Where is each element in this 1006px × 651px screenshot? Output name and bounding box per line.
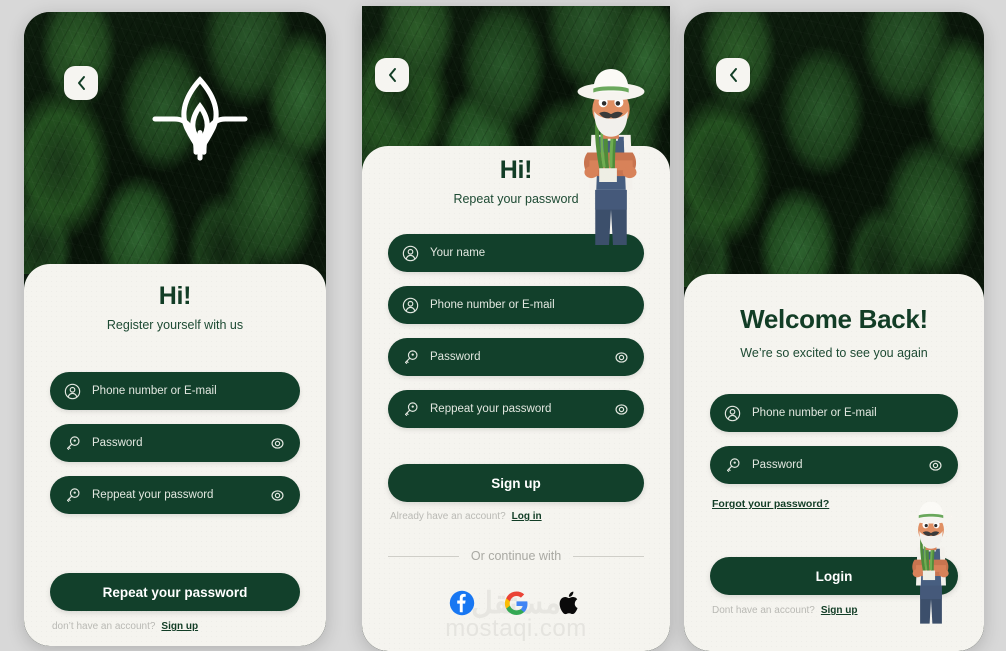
input-repeat-password-placeholder: Reppeat your password (92, 489, 214, 501)
signup-link[interactable]: Sign up (821, 605, 858, 616)
input-identifier[interactable]: Phone number or E-mail (710, 394, 958, 432)
user-circle-icon (724, 405, 741, 422)
key-icon (64, 487, 81, 504)
login-card: Welcome Back! We’re so excited to see yo… (684, 274, 984, 651)
chevron-left-icon (388, 68, 396, 82)
page-title: Hi! (499, 156, 533, 184)
leaf-hero-background (684, 12, 984, 287)
input-password[interactable]: Password (710, 446, 958, 484)
input-identifier[interactable]: Phone number or E-mail (50, 372, 300, 410)
page-title: Hi! (158, 282, 192, 310)
divider-line-right (573, 555, 645, 557)
phone-screen-login: Welcome Back! We’re so excited to see yo… (684, 12, 984, 651)
page-subtitle: Repeat your password (453, 192, 579, 206)
signup-card: Hi! Repeat your password Your name Phone… (362, 146, 670, 651)
chevron-left-icon (77, 76, 85, 90)
input-password-placeholder: Password (92, 437, 143, 449)
apple-login-button[interactable] (557, 590, 583, 616)
signup-link[interactable]: Sign up (161, 621, 198, 632)
back-button[interactable] (375, 58, 409, 92)
social-login-row (388, 590, 644, 616)
input-repeat-password-placeholder: Reppeat your password (430, 403, 552, 415)
eye-visibility-icon[interactable] (269, 487, 286, 504)
divider-label: Or continue with (470, 549, 562, 563)
input-identifier-placeholder: Phone number or E-mail (752, 407, 877, 419)
forgot-password-link[interactable]: Forgot your password? (712, 498, 829, 510)
watermark-latin: mostaqi.com (445, 615, 587, 642)
input-password-placeholder: Password (430, 351, 481, 363)
facebook-icon (449, 590, 475, 616)
google-icon (504, 591, 527, 615)
page-title: Welcome Back! (740, 304, 928, 334)
phone-screen-signup: Hi! Repeat your password Your name Phone… (362, 6, 670, 651)
input-repeat-password[interactable]: Reppeat your password (50, 476, 300, 514)
facebook-login-button[interactable] (449, 590, 475, 616)
user-circle-icon (64, 383, 81, 400)
input-password[interactable]: Password (388, 338, 644, 376)
input-identifier[interactable]: Phone number or E-mail (388, 286, 644, 324)
back-button[interactable] (716, 58, 750, 92)
input-password[interactable]: Password (50, 424, 300, 462)
back-button[interactable] (64, 66, 98, 100)
key-icon (402, 349, 419, 366)
page-subtitle: We’re so excited to see you again (740, 346, 928, 360)
input-identifier-placeholder: Phone number or E-mail (92, 385, 217, 397)
key-icon (402, 401, 419, 418)
page-subtitle: Register yourself with us (106, 318, 244, 332)
eye-visibility-icon[interactable] (927, 457, 944, 474)
footer-prompt: don’t have an account? (52, 621, 156, 632)
or-continue-divider: Or continue with (388, 549, 645, 563)
submit-button[interactable]: Sign up (388, 464, 644, 502)
google-login-button[interactable] (503, 590, 529, 616)
eye-visibility-icon[interactable] (613, 349, 630, 366)
input-password-placeholder: Password (752, 459, 803, 471)
submit-button[interactable]: Repeat your password (50, 573, 300, 611)
plant-sprout-logo (151, 74, 249, 164)
input-your-name-placeholder: Your name (430, 247, 486, 259)
footer-prompt: Already have an account? (390, 511, 506, 522)
submit-button[interactable]: Login (710, 557, 958, 595)
input-your-name[interactable]: Your name (388, 234, 644, 272)
eye-visibility-icon[interactable] (613, 401, 630, 418)
key-icon (64, 435, 81, 452)
footer-prompt: Dont have an account? (712, 605, 815, 616)
user-circle-icon (402, 245, 419, 262)
user-circle-icon (402, 297, 419, 314)
input-identifier-placeholder: Phone number or E-mail (430, 299, 555, 311)
phone-screen-register: Hi! Register yourself with us Phone numb… (24, 12, 326, 646)
chevron-left-icon (729, 68, 737, 82)
register-card: Hi! Register yourself with us Phone numb… (24, 264, 326, 646)
login-link[interactable]: Log in (512, 511, 542, 522)
apple-icon (559, 591, 578, 615)
key-icon (724, 457, 741, 474)
input-repeat-password[interactable]: Reppeat your password (388, 390, 644, 428)
screens-board: Hi! Register yourself with us Phone numb… (0, 0, 1006, 651)
eye-visibility-icon[interactable] (269, 435, 286, 452)
divider-line-left (388, 555, 459, 557)
